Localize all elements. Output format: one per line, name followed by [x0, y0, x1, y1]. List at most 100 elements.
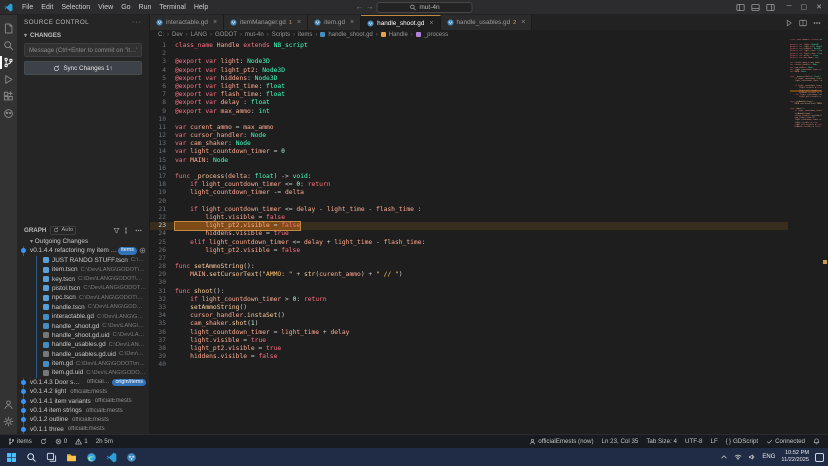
- tray-chevron-icon[interactable]: [720, 453, 728, 461]
- breadcrumb-item[interactable]: mut-4n: [245, 32, 264, 38]
- tab-item.gd[interactable]: item.gd×: [308, 15, 361, 30]
- changed-file-row[interactable]: handle.tscnC:\Dev\LANG\GODOT\…: [17, 303, 149, 312]
- split-editor-right-icon[interactable]: [799, 19, 807, 27]
- menu-selection[interactable]: Selection: [57, 4, 94, 11]
- notification-center-icon[interactable]: [815, 453, 824, 462]
- start-button[interactable]: [4, 450, 19, 465]
- code-line[interactable]: 33 setAmmoString(): [150, 304, 788, 312]
- tab-close-icon[interactable]: ×: [213, 19, 217, 26]
- changed-file-row[interactable]: interactable.gdC:\Dev\LANG\GODOT\…: [17, 312, 149, 321]
- tab-handle_shoot.gd[interactable]: handle_shoot.gd×: [361, 15, 440, 30]
- code-line[interactable]: 35 cam_shaker.shot(1): [150, 320, 788, 328]
- code-line[interactable]: 29 MAIN.setCursorText("AMMO: " + str(cur…: [790, 103, 822, 105]
- maximize-icon[interactable]: ▢: [801, 3, 808, 11]
- task-view-icon[interactable]: [44, 450, 59, 465]
- code-line[interactable]: 16: [150, 165, 788, 173]
- code-line[interactable]: 36 light_countdown_timer = light_time + …: [150, 329, 788, 337]
- taskbar-clock[interactable]: 10:52 PM 11/22/2025: [781, 450, 809, 464]
- code-line[interactable]: 19 light_countdown_timer -= delta: [150, 189, 788, 197]
- pick-repo-icon[interactable]: [124, 227, 131, 234]
- status-2h-5m[interactable]: 2h 5m: [92, 435, 117, 448]
- code-line[interactable]: 25 elif light_countdown_timer <= delay +…: [150, 239, 788, 247]
- status-items[interactable]: items: [4, 435, 36, 448]
- file-explorer-icon[interactable]: [64, 450, 79, 465]
- source-control-view-icon[interactable]: [0, 54, 17, 71]
- code-line[interactable]: 39 hiddens.visible = false: [150, 353, 788, 361]
- split-editor-icon[interactable]: [751, 3, 760, 12]
- code-line[interactable]: 11var curent_ammo = max_ammo: [150, 124, 788, 132]
- volume-icon[interactable]: [748, 453, 756, 461]
- run-debug-icon[interactable]: [0, 71, 17, 88]
- account-icon[interactable]: [0, 396, 17, 413]
- toggle-panel-icon[interactable]: [736, 3, 745, 12]
- code-line[interactable]: 13var cam_shaker: Node: [150, 140, 788, 148]
- code-line[interactable]: 12var cursor_handler: Node: [150, 132, 788, 140]
- code-line[interactable]: 40: [790, 129, 822, 131]
- status-tab-size-4[interactable]: Tab Size: 4: [642, 435, 681, 448]
- breadcrumb-item[interactable]: items: [298, 32, 312, 38]
- code-line[interactable]: 22 light.visible = false: [150, 214, 788, 222]
- status-1[interactable]: 1: [71, 435, 91, 448]
- search-view-icon[interactable]: [0, 37, 17, 54]
- tab-close-icon[interactable]: ×: [521, 19, 525, 26]
- tab-interactable.gd[interactable]: interactable.gd×: [150, 15, 224, 30]
- status-lf[interactable]: LF: [707, 435, 722, 448]
- minimap[interactable]: 1class_name Handle extends NB_script23@e…: [790, 39, 822, 434]
- commit-row[interactable]: v0.1.4.1 item variantsofficialEmests: [17, 396, 149, 405]
- commit-row[interactable]: v0.1.2 outlineofficialEmests: [17, 415, 149, 424]
- code-line[interactable]: 4@export var light_pt2: Node3D: [150, 67, 788, 75]
- close-icon[interactable]: ✕: [816, 3, 822, 11]
- status-officialemests-now-[interactable]: officialEmests (now): [525, 435, 597, 448]
- editor-more-icon[interactable]: [813, 19, 821, 27]
- tab-itemManager.gd[interactable]: itemManager.gd1×: [224, 15, 308, 30]
- extensions-icon[interactable]: [0, 88, 17, 105]
- code-line[interactable]: 18 if light_countdown_timer <= 0: return: [150, 181, 788, 189]
- commit-row[interactable]: v0.1.4.4 refactoring my item …items: [17, 246, 149, 255]
- changed-file-row[interactable]: handle_shoot.gd.uidC:\Dev\LANG\GODOT…: [17, 331, 149, 340]
- code-line[interactable]: 15var MAIN: Node: [150, 157, 788, 165]
- nav-back-icon[interactable]: ←: [356, 3, 364, 11]
- graph-more-icon[interactable]: [135, 227, 142, 234]
- code-line[interactable]: 26 light_pt2.visible = false: [790, 96, 822, 98]
- minimize-icon[interactable]: ─: [787, 3, 792, 11]
- settings-gear-icon[interactable]: [0, 413, 17, 430]
- code-line[interactable]: 3@export var light: Node3D: [150, 58, 788, 66]
- new-branch-icon[interactable]: [139, 247, 146, 254]
- status-utf-8[interactable]: UTF-8: [681, 435, 707, 448]
- outgoing-changes-row[interactable]: ▾ Outgoing Changes: [17, 237, 149, 246]
- changed-file-row[interactable]: item.gd.uidC:\Dev\LANG\GODOT\mut…: [17, 368, 149, 377]
- tab-close-icon[interactable]: ×: [350, 19, 354, 26]
- keyboard-language[interactable]: ENG: [762, 454, 775, 460]
- code-line[interactable]: 1class_name Handle extends NB_script: [790, 39, 822, 41]
- code-line[interactable]: 23 light_pt2.visible = false: [150, 222, 788, 230]
- breadcrumb-item[interactable]: Scripts: [272, 32, 290, 38]
- tab-handle_usables.gd[interactable]: handle_usables.gd2×: [441, 15, 533, 30]
- code-line[interactable]: 9@export var max_ammo: int: [150, 108, 788, 116]
- code-line[interactable]: 20: [150, 198, 788, 206]
- menu-view[interactable]: View: [94, 4, 117, 11]
- breadcrumb-item[interactable]: Dev: [172, 32, 183, 38]
- code-line[interactable]: 10: [150, 116, 788, 124]
- code-line[interactable]: 26 light_pt2.visible = false: [150, 247, 788, 255]
- breadcrumb[interactable]: C:›Dev›LANG›GODOT›mut-4n›Scripts›items›h…: [150, 30, 828, 39]
- menu-run[interactable]: Run: [135, 4, 156, 11]
- menu-file[interactable]: File: [18, 4, 37, 11]
- graph-auto-toggle[interactable]: Auto: [50, 226, 76, 235]
- sidebar-more-icon[interactable]: ···: [132, 19, 142, 26]
- changed-file-row[interactable]: handle_usables.gd.uidC:\Dev\LANGG…: [17, 349, 149, 358]
- explorer-icon[interactable]: [0, 20, 17, 37]
- changed-file-row[interactable]: handle_usables.gdC:\Dev\LANG\GODOT…: [17, 340, 149, 349]
- code-line[interactable]: 40: [150, 361, 788, 369]
- sync-changes-button[interactable]: Sync Changes 1↑: [24, 61, 142, 75]
- code-line[interactable]: 28func setAmmoString():: [150, 263, 788, 271]
- tab-close-icon[interactable]: ×: [297, 19, 301, 26]
- code-line[interactable]: 1class_name Handle extends NB_script: [150, 42, 788, 50]
- godot-tools-icon[interactable]: [0, 105, 17, 122]
- code-line[interactable]: 5@export var hiddens: Node3D: [150, 75, 788, 83]
- run-file-icon[interactable]: [785, 19, 793, 27]
- code-line[interactable]: 27: [150, 255, 788, 263]
- code-line[interactable]: 39 hiddens.visible = false: [790, 126, 822, 128]
- code-line[interactable]: 21 if light_countdown_timer <= delay - l…: [150, 206, 788, 214]
- vscode-taskbar-icon[interactable]: [104, 450, 119, 465]
- changed-file-row[interactable]: pistol.tscnC:\Dev\LANG\GODOT\mut-4n…: [17, 284, 149, 293]
